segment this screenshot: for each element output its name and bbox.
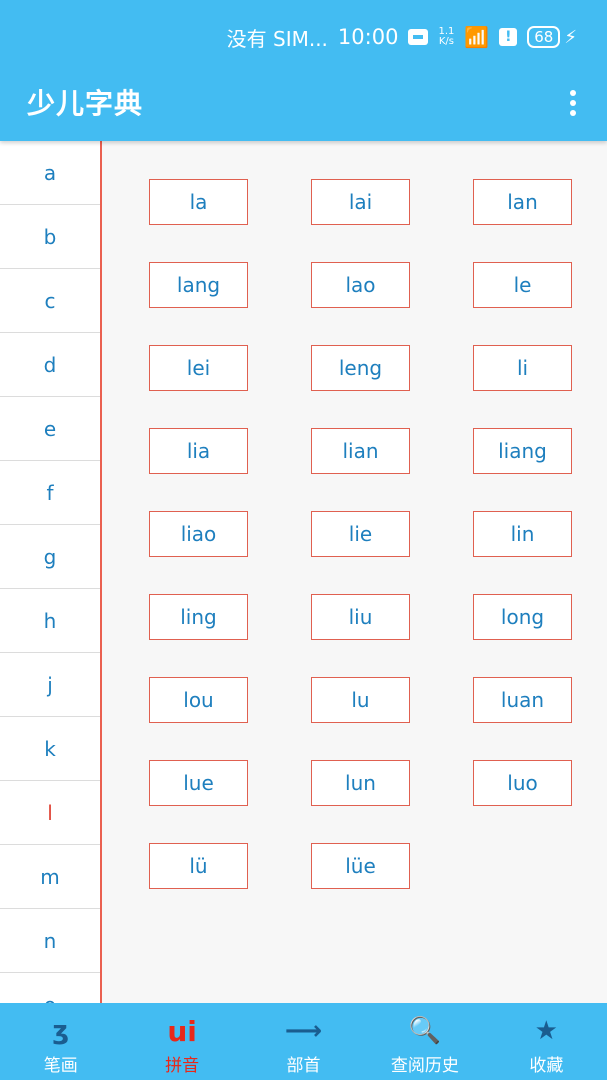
network-speed: 1.1 K/s [438, 26, 455, 47]
sidebar-letter-l[interactable]: l [0, 781, 100, 845]
syllable-button[interactable]: li [473, 345, 572, 391]
sidebar-letter-e[interactable]: e [0, 397, 100, 461]
syllable-button[interactable]: ling [149, 594, 248, 640]
sidebar-letter-j[interactable]: j [0, 653, 100, 717]
syllable-button[interactable]: lun [311, 760, 410, 806]
app-title: 少儿字典 [27, 87, 144, 120]
battery-level: 68 [534, 28, 554, 46]
sidebar-letter-n[interactable]: n [0, 909, 100, 973]
syllable-button[interactable]: lüe [311, 843, 410, 889]
syllable-button[interactable]: lu [311, 677, 410, 723]
syllable-grid: la lai lan lang lao le lei leng li lia lian liang li… [102, 141, 607, 1003]
letter-sidebar[interactable]: abcdefghjklmno [0, 141, 102, 1003]
history-search-icon: 🔍 [408, 1016, 442, 1046]
syllable-button[interactable]: lie [311, 511, 410, 557]
wifi-icon: 📶 [464, 25, 490, 49]
syllable-button[interactable]: lan [473, 179, 572, 225]
syllable-button[interactable]: liao [149, 511, 248, 557]
syllable-button[interactable]: le [473, 262, 572, 308]
sidebar-letter-h[interactable]: h [0, 589, 100, 653]
syllable-button[interactable]: long [473, 594, 572, 640]
syllable-button[interactable]: lian [311, 428, 410, 474]
syllable-button[interactable]: lei [149, 345, 248, 391]
syllable-button[interactable]: lang [149, 262, 248, 308]
syllable-button[interactable]: lai [311, 179, 410, 225]
syllable-button[interactable]: lou [149, 677, 248, 723]
tab-favorite-folder[interactable]: ★ 收藏 [486, 1003, 607, 1080]
tab-label: 查阅历史 [390, 1056, 459, 1076]
sidebar-letter-c[interactable]: c [0, 269, 100, 333]
syllable-button[interactable]: lin [473, 511, 572, 557]
tab-label: 部首 [286, 1056, 321, 1076]
stroke-icon: ʒ [52, 1016, 70, 1046]
carrier-text: 没有 SIM... [226, 26, 328, 51]
app-bar: 没有 SIM... 10:00 1.1 K/s 📶 ! 68 ⚡ 少儿字典 [0, 0, 607, 141]
sidebar-letter-f[interactable]: f [0, 461, 100, 525]
tab-label: 收藏 [529, 1056, 564, 1076]
syllable-button[interactable]: liu [311, 594, 410, 640]
sidebar-letter-m[interactable]: m [0, 845, 100, 909]
overflow-menu-icon[interactable] [569, 90, 577, 116]
favorite-folder-icon: ★ [534, 1016, 558, 1046]
syllable-button[interactable]: lue [149, 760, 248, 806]
syllable-button[interactable]: lao [311, 262, 410, 308]
usb-icon [408, 29, 429, 45]
tab-pinyin[interactable]: ui 拼音 [121, 1003, 242, 1080]
pinyin-icon: ui [167, 1014, 197, 1048]
alert-icon: ! [499, 28, 518, 46]
syllable-button[interactable]: la [149, 179, 248, 225]
charging-icon: ⚡ [564, 26, 577, 48]
sidebar-letter-o[interactable]: o [0, 973, 100, 1004]
syllable-button[interactable]: leng [311, 345, 410, 391]
tab-label: 笔画 [43, 1056, 78, 1076]
syllable-button[interactable]: lü [149, 843, 248, 889]
sidebar-letter-k[interactable]: k [0, 717, 100, 781]
battery-icon: 68 [527, 26, 561, 48]
sidebar-letter-d[interactable]: d [0, 333, 100, 397]
tab-radical[interactable]: ⟶ 部首 [243, 1003, 364, 1080]
syllable-button[interactable]: liang [473, 428, 572, 474]
syllable-button[interactable]: luan [473, 677, 572, 723]
radical-icon: ⟶ [284, 1016, 323, 1046]
sidebar-letter-g[interactable]: g [0, 525, 100, 589]
bottom-navigation: ʒ 笔画 ui 拼音 ⟶ 部首 🔍 查阅历史 ★ 收藏 [0, 1003, 607, 1080]
tab-history-search[interactable]: 🔍 查阅历史 [364, 1003, 485, 1080]
syllable-button[interactable]: luo [473, 760, 572, 806]
tab-stroke[interactable]: ʒ 笔画 [0, 1003, 121, 1080]
clock: 10:00 [337, 25, 399, 49]
syllable-button[interactable]: lia [149, 428, 248, 474]
sidebar-letter-a[interactable]: a [0, 141, 100, 205]
tab-label: 拼音 [165, 1056, 200, 1076]
sidebar-letter-b[interactable]: b [0, 205, 100, 269]
status-bar: 没有 SIM... 10:00 1.1 K/s 📶 ! 68 ⚡ [227, 20, 577, 54]
